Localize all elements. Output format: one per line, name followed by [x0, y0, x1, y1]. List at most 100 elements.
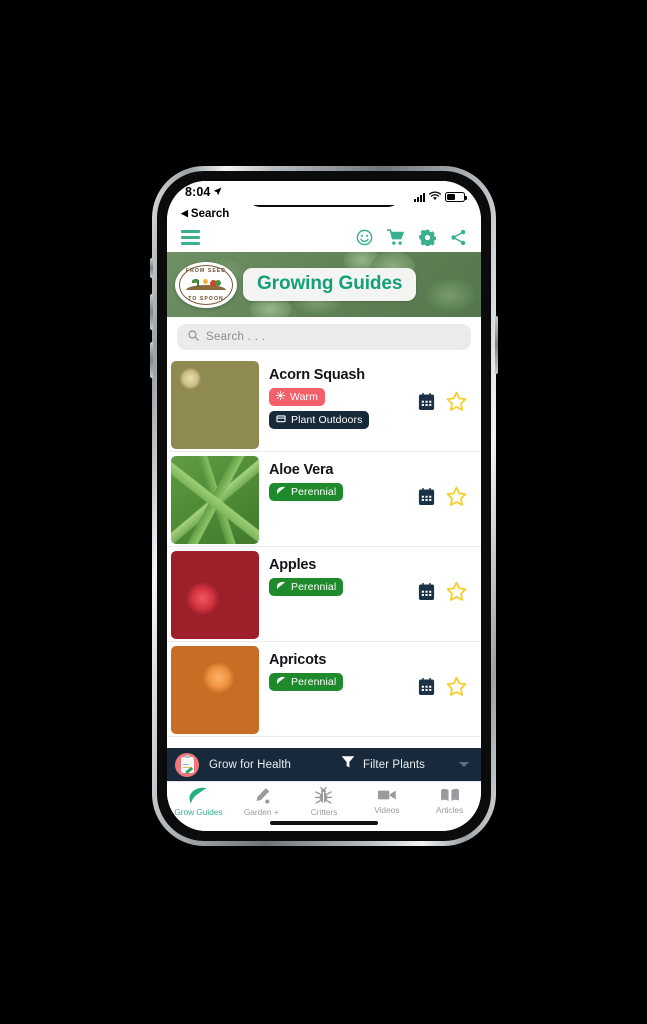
phone-screen: 8:04 ◀ Search FROM SEED TO SPOON Growing… — [167, 181, 481, 831]
calendar-icon[interactable] — [417, 487, 436, 511]
tab-videos[interactable]: Videos — [355, 787, 418, 815]
tab-grow-guides[interactable]: Grow Guides — [167, 787, 230, 817]
funnel-icon — [341, 755, 355, 774]
sun-icon — [275, 390, 286, 403]
leaf-icon — [276, 486, 286, 498]
star-outline-icon[interactable] — [446, 391, 467, 417]
badge-label: Perennial — [291, 676, 337, 688]
phone-device-frame: 8:04 ◀ Search FROM SEED TO SPOON Growing… — [150, 166, 498, 846]
status-badge: Perennial — [269, 673, 344, 691]
smiley-face-icon[interactable] — [356, 229, 373, 246]
grow-for-health-label[interactable]: Grow for Health — [209, 759, 291, 771]
status-bar: 8:04 — [167, 181, 481, 205]
chevron-down-icon — [459, 762, 469, 767]
trowel-icon — [252, 787, 271, 805]
page-title: Growing Guides — [243, 268, 417, 301]
filter-plants-label: Filter Plants — [362, 758, 425, 771]
table-row[interactable]: Aloe Vera Perennial — [167, 452, 481, 547]
plant-name: Apricots — [269, 652, 327, 668]
tab-label: Grow Guides — [174, 807, 223, 817]
search-icon — [188, 328, 199, 346]
badge-label: Perennial — [291, 486, 337, 498]
toolbar-actions — [356, 228, 467, 246]
plant-name: Acorn Squash — [269, 367, 365, 383]
share-icon[interactable] — [450, 229, 467, 246]
table-row[interactable]: Apples Perennial — [167, 547, 481, 642]
star-outline-icon[interactable] — [446, 486, 467, 512]
gear-icon[interactable] — [419, 229, 436, 246]
status-badge: Perennial — [269, 483, 344, 501]
plant-thumbnail — [171, 551, 259, 639]
row-actions — [417, 391, 481, 417]
status-badge: Perennial — [269, 578, 344, 596]
brand-logo: FROM SEED TO SPOON — [175, 261, 237, 308]
table-row[interactable]: Acorn Squash Warm Plant Outdoors — [167, 357, 481, 452]
logo-illustration — [186, 278, 226, 292]
phone-bezel: 8:04 ◀ Search FROM SEED TO SPOON Growing… — [157, 171, 491, 841]
star-outline-icon[interactable] — [446, 676, 467, 702]
calendar-icon[interactable] — [417, 677, 436, 701]
open-book-icon — [440, 787, 460, 803]
back-to-search-link[interactable]: ◀ Search — [167, 205, 481, 222]
plant-thumbnail — [171, 361, 259, 449]
volume-up-button[interactable] — [150, 294, 153, 330]
status-time: 8:04 — [185, 185, 222, 199]
plant-info: Apricots Perennial — [259, 646, 417, 732]
clipboard-checklist-icon[interactable] — [175, 752, 199, 777]
tab-articles[interactable]: Articles — [418, 787, 481, 815]
table-row[interactable]: Apricots Perennial — [167, 642, 481, 737]
app-toolbar — [167, 222, 481, 252]
power-button[interactable] — [495, 316, 498, 374]
cellular-bars-icon — [414, 192, 425, 202]
row-actions — [417, 676, 481, 702]
row-actions — [417, 486, 481, 512]
plant-info: Acorn Squash Warm Plant Outdoors — [259, 361, 417, 447]
seed-tray-icon — [276, 414, 286, 426]
badge-label: Perennial — [291, 581, 337, 593]
bug-icon — [314, 787, 333, 805]
search-placeholder: Search . . . — [206, 331, 266, 343]
badge-label: Plant Outdoors — [291, 414, 363, 426]
tab-label: Videos — [374, 805, 400, 815]
star-outline-icon[interactable] — [446, 581, 467, 607]
location-arrow-icon — [213, 185, 222, 199]
logo-arc-bottom: TO SPOON — [188, 295, 224, 302]
plant-name: Apples — [269, 557, 317, 573]
filter-bar: Grow for Health Filter Plants — [167, 748, 481, 781]
status-badge: Plant Outdoors — [269, 411, 370, 429]
plant-list: Acorn Squash Warm Plant Outdoors Aloe Ve… — [167, 357, 481, 737]
volume-down-button[interactable] — [150, 342, 153, 378]
plant-info: Aloe Vera Perennial — [259, 456, 417, 542]
wifi-icon — [429, 188, 441, 206]
plant-info: Apples Perennial — [259, 551, 417, 637]
logo-arc-top: FROM SEED — [185, 267, 227, 274]
search-area: Search . . . — [167, 317, 481, 357]
shopping-cart-icon[interactable] — [387, 228, 405, 246]
tab-label: Critters — [310, 807, 338, 817]
battery-icon — [445, 192, 467, 202]
row-actions — [417, 581, 481, 607]
video-camera-icon — [377, 787, 397, 803]
leaf-icon — [188, 787, 208, 805]
calendar-icon[interactable] — [417, 582, 436, 606]
leaf-icon — [276, 676, 286, 688]
home-indicator[interactable] — [270, 821, 378, 825]
screenshot-canvas: 8:04 ◀ Search FROM SEED TO SPOON Growing… — [0, 0, 647, 1024]
tab-critters[interactable]: Critters — [293, 787, 356, 817]
hamburger-menu-icon[interactable] — [181, 229, 200, 245]
status-indicators — [414, 185, 467, 206]
tab-garden-plus[interactable]: Garden + — [230, 787, 293, 817]
search-input[interactable]: Search . . . — [177, 324, 471, 350]
status-time-label: 8:04 — [185, 185, 211, 199]
badge-label: Warm — [290, 391, 319, 403]
plant-thumbnail — [171, 646, 259, 734]
back-triangle-icon: ◀ — [181, 208, 188, 218]
plant-name: Aloe Vera — [269, 462, 334, 478]
silent-switch[interactable] — [150, 258, 153, 278]
filter-plants-control[interactable]: Filter Plants — [341, 755, 469, 774]
tab-label: Articles — [436, 805, 464, 815]
calendar-icon[interactable] — [417, 392, 436, 416]
back-link-label: Search — [190, 207, 230, 220]
plant-thumbnail — [171, 456, 259, 544]
tab-label: Garden + — [243, 807, 279, 817]
